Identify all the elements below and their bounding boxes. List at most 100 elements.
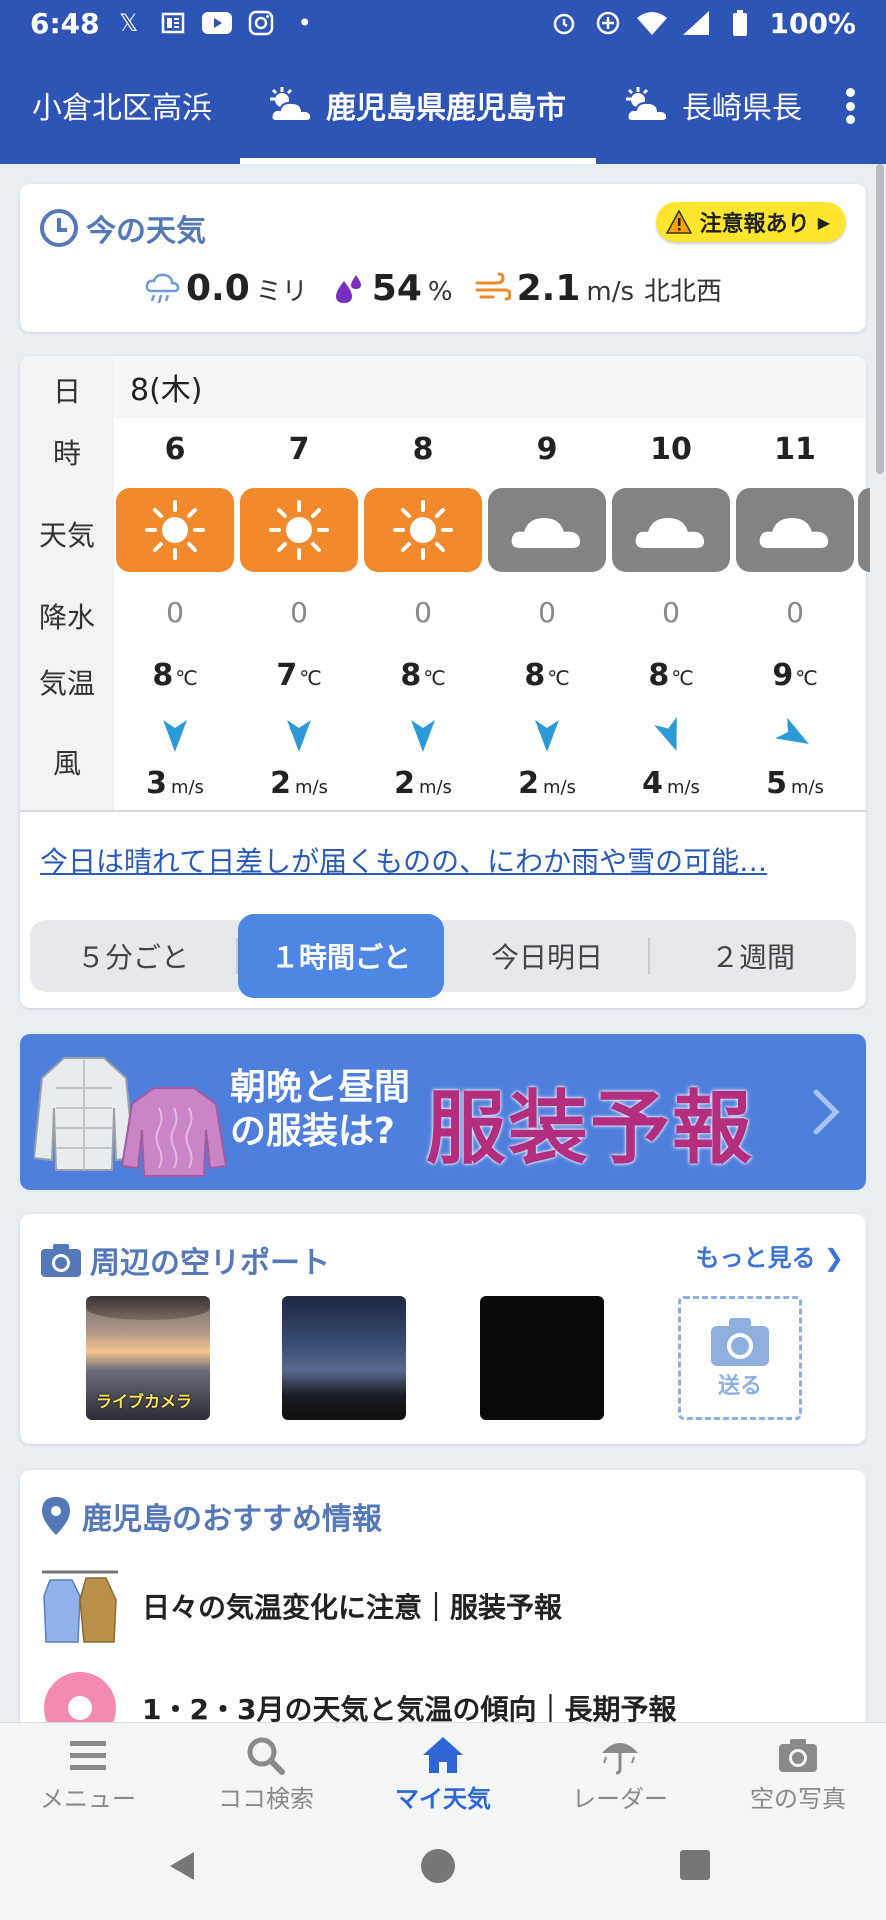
banner-line1: 朝晩と昼間 [230,1067,411,1108]
sky-photo-thumbnail[interactable] [282,1296,406,1420]
wind-value: 2.1 [516,268,581,309]
camera-icon [41,1244,81,1277]
banner-line2: の服装は? [230,1111,395,1152]
menu-icon [70,1741,106,1770]
nav-label: ココ検索 [218,1785,314,1813]
instagram-icon [246,8,276,38]
wind-speed-cell: 2 m/s [270,766,328,801]
send-photo-button[interactable]: 送る [678,1296,802,1420]
date-label: 8(木) [130,373,203,408]
date-row: 8(木) [114,356,866,418]
nav-my-weather[interactable]: マイ天気 [363,1735,523,1814]
chevron-right-icon: ❯ [823,1244,844,1272]
wind-direction-arrow-icon [364,718,482,758]
segment-hourly[interactable]: １時間ごと [238,914,444,998]
precip-value: 0.0 [186,268,250,309]
nav-menu[interactable]: メニュー [8,1735,168,1814]
current-weather-card: 今の天気 注意報あり ▶ 0.0 ミリ 54 % 2.1 m/s 北北西 [20,184,866,332]
back-icon[interactable] [164,1848,200,1884]
recommendation-item[interactable]: 日々の気温変化に注意｜服装予報 [40,1566,562,1646]
warning-icon [665,210,692,234]
wind-speed-cell: 2 m/s [394,766,452,801]
cloud-icon [759,518,829,548]
precip-cell: 0 [662,596,680,629]
live-camera-thumbnail[interactable]: ライブカメラ [86,1296,210,1420]
precip-stat: 0.0 ミリ [144,268,308,309]
row-label-wind: 風 [52,747,81,780]
see-more-text: もっと見る [695,1244,816,1272]
status-bar: 6:48 𝕏 • 100% [0,0,886,46]
row-label-temp: 気温 [38,667,95,700]
nav-sky-photos[interactable]: 空の写真 [718,1735,878,1814]
chevron-right-icon [813,1089,840,1135]
home-icon [423,1737,463,1773]
youtube-icon [201,8,232,38]
temp-cell: 7 ℃ [276,658,322,693]
recommendations-title: 鹿児島のおすすめ情報 [40,1494,382,1538]
row-labels-column: 日 時 天気 降水 気温 風 [20,356,114,810]
precip-cell: 0 [786,596,804,629]
row-label-rain: 降水 [38,601,95,634]
alert-badge[interactable]: 注意報あり ▶ [655,202,846,242]
news-icon [158,8,188,38]
radar-umbrella-icon [602,1743,638,1775]
location-tabs: 小倉北区高浜 鹿児島県鹿児島市 長崎県長 [0,46,886,164]
temp-cell: 8 ℃ [524,658,570,693]
hour-label: 6 [164,432,186,467]
weather-cell-cloudy [612,488,730,572]
recents-icon[interactable] [678,1848,712,1882]
hour-label: 11 [774,432,816,467]
alarm-icon [549,8,579,38]
bottom-navigation: メニュー ココ検索 マイ天気 レーダー 空の写真 [0,1722,886,1814]
search-icon [247,1737,285,1775]
sky-photo-thumbnail[interactable] [480,1296,604,1420]
sky-report-title-text: 周辺の空リポート [90,1246,330,1281]
weather-cell-sunny [240,488,358,572]
cloud-sun-icon [626,87,669,122]
nav-search[interactable]: ココ検索 [186,1735,346,1814]
hourly-forecast-card: 日 時 天気 降水 気温 風 8(木) 今日は晴れて日差しが届くものの、にわか雨… [20,356,870,1008]
see-more-link[interactable]: もっと見る ❯ [696,1238,844,1273]
nav-label: 空の写真 [750,1785,846,1813]
temp-cell: 9 ℃ [772,658,818,693]
precip-cell: 0 [290,596,308,629]
clock-icon [40,209,78,247]
battery-percent: 100% [769,6,856,40]
current-weather-title: 今の天気 [40,206,206,250]
nav-radar[interactable]: レーダー [540,1735,700,1814]
more-options-icon[interactable] [846,88,856,124]
humidity-stat: 54 % [330,268,453,309]
rain-cloud-icon [145,273,180,303]
recommendations-title-text: 鹿児島のおすすめ情報 [82,1502,382,1537]
forecast-summary-link[interactable]: 今日は晴れて日差しが届くものの、にわか雨や雪の可能… [40,840,767,880]
tab-location-kagoshima[interactable]: 鹿児島県鹿児島市 [266,46,566,164]
segment-today-tomorrow[interactable]: 今日明日 [444,920,650,992]
nav-label: メニュー [40,1785,136,1813]
home-circle-icon[interactable] [420,1848,456,1884]
status-time: 6:48 [30,6,100,40]
segment-5min[interactable]: ５分ごと [30,920,236,992]
cloud-icon [635,518,705,548]
precip-cell: 0 [414,596,432,629]
segment-2weeks[interactable]: ２週間 [650,920,856,992]
sun-icon [145,500,205,560]
chevron-right-icon: ▶ [817,212,830,232]
tab-label: 鹿児島県鹿児島市 [326,91,566,126]
temp-cell: 8 ℃ [648,658,694,693]
wind-unit: m/s [586,277,635,307]
thumb-overlay [86,1296,210,1320]
nav-label: レーダー [572,1785,668,1813]
wind-stat: 2.1 m/s 北北西 [475,268,722,309]
hour-label: 7 [288,432,310,467]
recommendation-text: 日々の気温変化に注意｜服装予報 [142,1591,563,1624]
wind-speed-cell: 3 m/s [146,766,204,801]
camera-icon [779,1739,817,1772]
temp-cell: 8 ℃ [400,658,446,693]
x-icon: 𝕏 [118,9,139,37]
active-tab-indicator [240,158,596,164]
tab-location-kokura[interactable]: 小倉北区高浜 [32,46,212,164]
jacket-sweater-icon [34,1057,228,1177]
tab-location-nagasaki[interactable]: 長崎県長 [622,46,802,164]
scrollbar[interactable] [876,164,884,474]
clothing-forecast-banner[interactable]: 朝晩と昼間 の服装は? 服装予報 [20,1034,866,1190]
